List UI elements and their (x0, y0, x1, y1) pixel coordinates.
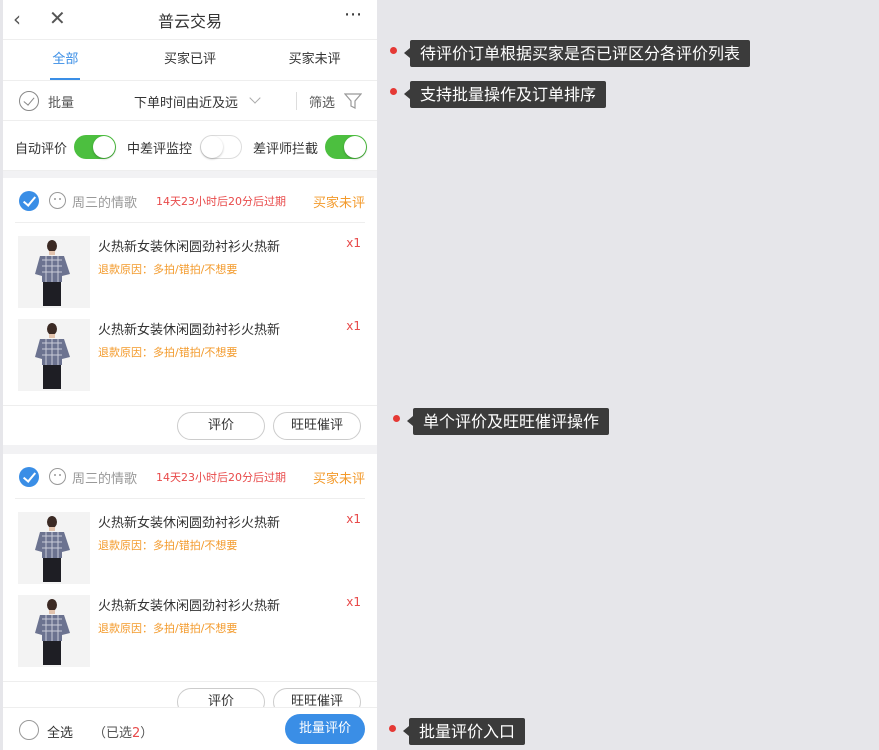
order-checkbox[interactable] (19, 191, 39, 211)
auto-review-toggle[interactable] (74, 135, 116, 159)
buyer-face-icon (49, 192, 66, 209)
toggle-knob (344, 136, 366, 158)
filter-button[interactable]: 筛选 (309, 92, 335, 111)
product-image (18, 595, 90, 667)
bad-review-monitor-label: 中差评监控 (127, 142, 193, 157)
tab-buyer-reviewed[interactable]: 买家已评 (128, 40, 253, 80)
status-badge: 买家未评 (312, 196, 365, 211)
list-item[interactable]: 火热新女装休闲圆劲衬衫火热新 退款原因：多拍/错拍/不想要 x1 (15, 499, 365, 584)
annotation-dot (390, 88, 397, 95)
order-header: 周三的情歌 14天23小时后20分后过期 买家未评 (15, 454, 365, 499)
toggle-knob (93, 136, 115, 158)
order-actions: 评价 旺旺催评 (3, 405, 377, 445)
selected-suffix: ） (140, 726, 154, 741)
product-quantity: x1 (346, 512, 361, 526)
list-item[interactable]: 火热新女装休闲圆劲衬衫火热新 退款原因：多拍/错拍/不想要 x1 (15, 582, 365, 667)
woman-shirt-icon (18, 595, 90, 667)
product-title: 火热新女装休闲圆劲衬衫火热新 (98, 599, 281, 614)
batch-review-button[interactable]: 批量评价 (285, 714, 365, 744)
select-all-label[interactable]: 全选 (47, 722, 73, 741)
review-tabs: 全部 买家已评 买家未评 (3, 39, 377, 81)
sort-dropdown[interactable]: 下单时间由近及远 (134, 92, 238, 111)
product-quantity: x1 (346, 595, 361, 609)
refund-reason: 退款原因：多拍/错拍/不想要 (98, 263, 238, 276)
divider (296, 92, 297, 110)
buyer-name: 周三的情歌 (72, 472, 138, 487)
page-title: 普云交易 (157, 12, 222, 31)
order-checkbox[interactable] (19, 467, 39, 487)
refund-reason: 退款原因：多拍/错拍/不想要 (98, 539, 238, 552)
toolbar: 批量 下单时间由近及远 筛选 (3, 81, 377, 121)
selected-count: （已选2） (93, 722, 153, 741)
expire-countdown: 14天23小时后20分后过期 (156, 471, 286, 484)
select-all-radio[interactable] (19, 720, 39, 740)
more-dots-icon[interactable]: ⋯ (344, 4, 363, 25)
batch-check-icon[interactable] (19, 91, 39, 111)
refund-reason: 退款原因：多拍/错拍/不想要 (98, 622, 238, 635)
annotation-dot (389, 725, 396, 732)
woman-shirt-icon (18, 319, 90, 391)
product-quantity: x1 (346, 319, 361, 333)
woman-shirt-icon (18, 512, 90, 584)
expire-countdown: 14天23小时后20分后过期 (156, 195, 286, 208)
wangwang-urge-button[interactable]: 旺旺催评 (273, 412, 361, 440)
bad-reviewer-block-label: 差评师拦截 (253, 142, 319, 157)
toggle-knob (201, 136, 223, 158)
tab-buyer-not-reviewed[interactable]: 买家未评 (252, 40, 377, 80)
status-badge: 买家未评 (312, 472, 365, 487)
chevron-down-icon[interactable] (249, 92, 261, 104)
list-item[interactable]: 火热新女装休闲圆劲衬衫火热新 退款原因：多拍/错拍/不想要 x1 (15, 223, 365, 308)
order-header: 周三的情歌 14天23小时后20分后过期 买家未评 (15, 178, 365, 223)
annotation-batch-sort: 支持批量操作及订单排序 (403, 81, 607, 108)
product-image (18, 512, 90, 584)
product-image (18, 319, 90, 391)
product-quantity: x1 (346, 236, 361, 250)
bottom-bar: 全选 （已选2） 批量评价 (3, 707, 377, 750)
product-title: 火热新女装休闲圆劲衬衫火热新 (98, 323, 281, 338)
annotation-dot (393, 415, 400, 422)
product-title: 火热新女装休闲圆劲衬衫火热新 (98, 240, 281, 255)
order-card: 周三的情歌 14天23小时后20分后过期 买家未评 火热新女装休闲圆劲衬衫火热新… (3, 454, 377, 721)
bad-review-monitor-toggle[interactable] (200, 135, 242, 159)
phone-screen: ‹ ✕ 普云交易 ⋯ 全部 买家已评 买家未评 批量 下单时间由近及远 筛选 自… (3, 0, 377, 750)
annotation-dot (390, 47, 397, 54)
navbar: ‹ ✕ 普云交易 ⋯ (3, 0, 377, 39)
auto-review-label: 自动评价 (15, 142, 68, 157)
tab-all[interactable]: 全部 (3, 40, 128, 80)
funnel-icon[interactable] (344, 92, 362, 110)
selected-prefix: （已选 (93, 726, 133, 741)
buyer-face-icon (49, 468, 66, 485)
annotation-batch-entry: 批量评价入口 (402, 718, 526, 745)
annotation-single-review: 单个评价及旺旺催评操作 (406, 408, 610, 435)
product-image (18, 236, 90, 308)
buyer-name: 周三的情歌 (72, 196, 138, 211)
refund-reason: 退款原因：多拍/错拍/不想要 (98, 346, 238, 359)
review-switches: 自动评价 中差评监控 差评师拦截 (3, 121, 377, 171)
woman-shirt-icon (18, 236, 90, 308)
product-title: 火热新女装休闲圆劲衬衫火热新 (98, 516, 281, 531)
batch-button[interactable]: 批量 (48, 92, 74, 111)
bad-reviewer-block-toggle[interactable] (325, 135, 367, 159)
review-button[interactable]: 评价 (177, 412, 265, 440)
annotation-tabs: 待评价订单根据买家是否已评区分各评价列表 (403, 40, 751, 67)
order-card: 周三的情歌 14天23小时后20分后过期 买家未评 火热新女装休闲圆劲衬衫火热新… (3, 178, 377, 445)
list-item[interactable]: 火热新女装休闲圆劲衬衫火热新 退款原因：多拍/错拍/不想要 x1 (15, 306, 365, 391)
